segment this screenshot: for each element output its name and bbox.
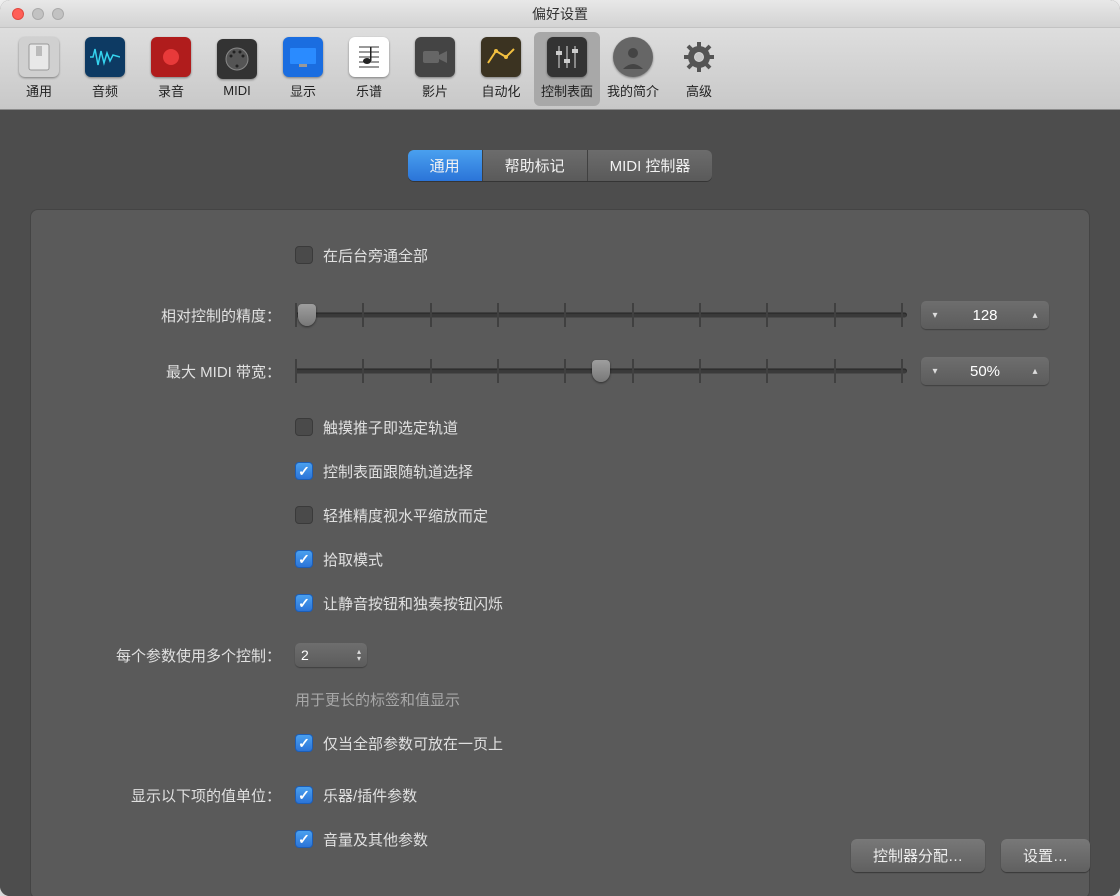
toolbar-automation[interactable]: 自动化 xyxy=(468,32,534,106)
field-resolution[interactable]: ▾ 128 ▴ xyxy=(921,301,1049,329)
toolbar-record[interactable]: 录音 xyxy=(138,32,204,106)
checkbox-pickup-mode[interactable] xyxy=(295,550,313,568)
label-bypass-all-bg: 在后台旁通全部 xyxy=(323,245,428,266)
stepper-arrows-icon: ▴▾ xyxy=(357,648,361,662)
checkbox-touch-fader[interactable] xyxy=(295,418,313,436)
label-value-units: 显示以下项的值单位： xyxy=(71,785,295,806)
checkbox-flash-mute-solo[interactable] xyxy=(295,594,313,612)
prefs-toolbar: 通用 音频 录音 MIDI 显示 xyxy=(0,28,1120,110)
chevron-down-icon: ▾ xyxy=(929,310,941,321)
controller-assignments-button[interactable]: 控制器分配… xyxy=(851,839,985,872)
label-only-one-page: 仅当全部参数可放在一页上 xyxy=(323,733,503,754)
label-multi-ctrl: 每个参数使用多个控制： xyxy=(71,645,295,666)
toolbar-my-info[interactable]: 我的简介 xyxy=(600,32,666,106)
label-follows-track: 控制表面跟随轨道选择 xyxy=(323,461,473,482)
settings-panel: 在后台旁通全部 相对控制的精度： ▾ 128 xyxy=(30,209,1090,896)
midi-icon xyxy=(217,39,257,79)
checkbox-vol-other[interactable] xyxy=(295,830,313,848)
label-pickup-mode: 拾取模式 xyxy=(323,549,383,570)
toolbar-movie[interactable]: 影片 xyxy=(402,32,468,106)
label-flash-mute-solo: 让静音按钮和独奏按钮闪烁 xyxy=(323,593,503,614)
checkbox-only-one-page[interactable] xyxy=(295,734,313,752)
field-bandwidth[interactable]: ▾ 50% ▴ xyxy=(921,357,1049,385)
hint-multi-ctrl: 用于更长的标签和值显示 xyxy=(295,689,460,710)
label-bandwidth: 最大 MIDI 带宽： xyxy=(71,361,295,382)
label-instr-plugin: 乐器/插件参数 xyxy=(323,785,417,806)
sub-tabs: 通用 帮助标记 MIDI 控制器 xyxy=(408,150,713,181)
toolbar-audio[interactable]: 音频 xyxy=(72,32,138,106)
record-icon xyxy=(151,37,191,77)
preferences-window: 偏好设置 通用 音频 录音 MIDI xyxy=(0,0,1120,896)
checkbox-instr-plugin[interactable] xyxy=(295,786,313,804)
gear-icon xyxy=(679,37,719,77)
label-vol-other: 音量及其他参数 xyxy=(323,829,428,850)
chevron-up-icon: ▴ xyxy=(1029,310,1041,321)
toolbar-score[interactable]: 乐谱 xyxy=(336,32,402,106)
titlebar: 偏好设置 xyxy=(0,0,1120,28)
setup-button[interactable]: 设置… xyxy=(1001,839,1090,872)
label-resolution: 相对控制的精度： xyxy=(71,305,295,326)
checkbox-bypass-all-bg[interactable] xyxy=(295,246,313,264)
automation-icon xyxy=(481,37,521,77)
label-nudge-zoom: 轻推精度视水平缩放而定 xyxy=(323,505,488,526)
tab-midi-controllers[interactable]: MIDI 控制器 xyxy=(588,150,713,181)
chevron-up-icon: ▴ xyxy=(1029,366,1041,377)
checkbox-nudge-zoom[interactable] xyxy=(295,506,313,524)
stepper-multi-ctrl[interactable]: 2 ▴▾ xyxy=(295,643,367,667)
person-icon xyxy=(613,37,653,77)
score-icon xyxy=(349,37,389,77)
switch-icon xyxy=(19,37,59,77)
display-icon xyxy=(283,37,323,77)
chevron-down-icon: ▾ xyxy=(929,366,941,377)
window-title: 偏好设置 xyxy=(0,4,1120,24)
toolbar-general[interactable]: 通用 xyxy=(6,32,72,106)
waveform-icon xyxy=(85,37,125,77)
toolbar-advanced[interactable]: 高级 xyxy=(666,32,732,106)
toolbar-display[interactable]: 显示 xyxy=(270,32,336,106)
slider-resolution[interactable] xyxy=(295,303,907,327)
tab-general[interactable]: 通用 xyxy=(408,150,483,181)
label-touch-fader: 触摸推子即选定轨道 xyxy=(323,417,458,438)
checkbox-follows-track[interactable] xyxy=(295,462,313,480)
toolbar-control-surfaces[interactable]: 控制表面 xyxy=(534,32,600,106)
toolbar-midi[interactable]: MIDI xyxy=(204,32,270,106)
movie-icon xyxy=(415,37,455,77)
faders-icon xyxy=(547,37,587,77)
slider-bandwidth[interactable] xyxy=(295,359,907,383)
tab-help-tags[interactable]: 帮助标记 xyxy=(483,150,588,181)
